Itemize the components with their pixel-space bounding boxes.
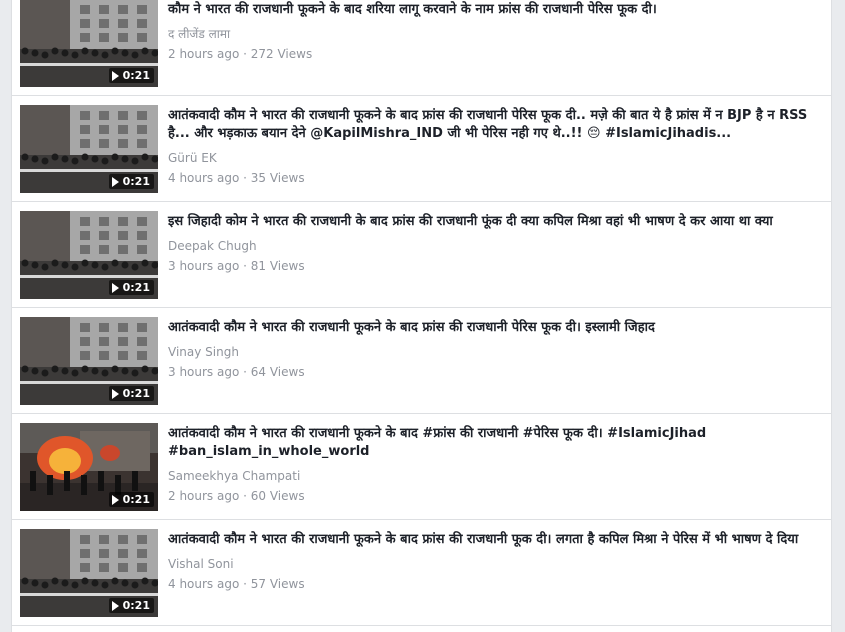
video-thumbnail[interactable]: 0:21 bbox=[20, 105, 158, 193]
duration-badge: 0:21 bbox=[108, 492, 154, 507]
video-thumbnail[interactable]: 0:21 bbox=[20, 423, 158, 511]
play-icon bbox=[111, 70, 119, 81]
duration-badge: 0:21 bbox=[108, 174, 154, 189]
video-stats: 4 hours ago · 57 Views bbox=[168, 577, 305, 591]
video-stats: 2 hours ago · 60 Views bbox=[168, 489, 305, 503]
video-title[interactable]: कौम ने भारत की राजधानी फूकने के बाद शरिय… bbox=[168, 1, 808, 19]
video-title[interactable]: इस जिहादी कोम ने भारत की राजधानी के बाद … bbox=[168, 213, 808, 231]
duration-label: 0:21 bbox=[122, 387, 150, 400]
duration-label: 0:21 bbox=[122, 69, 150, 82]
video-author[interactable]: Sameekhya Champati bbox=[168, 468, 808, 484]
duration-label: 0:21 bbox=[122, 175, 150, 188]
video-title[interactable]: आतंकवादी कौम ने भारत की राजधानी फूकने के… bbox=[168, 319, 808, 337]
video-thumbnail[interactable]: 0:21 bbox=[20, 0, 158, 87]
video-author[interactable]: Vinay Singh bbox=[168, 344, 808, 360]
video-title[interactable]: आतंकवादी कौम ने भारत की राजधानी फूकने के… bbox=[168, 107, 808, 143]
play-icon bbox=[111, 176, 119, 187]
duration-badge: 0:21 bbox=[108, 386, 154, 401]
duration-badge: 0:21 bbox=[108, 598, 154, 613]
play-icon bbox=[111, 388, 119, 399]
video-list-item[interactable]: 0:21 आतंकवादी कौम ने भारत की राजधानी फूक… bbox=[12, 309, 831, 414]
video-author[interactable]: Deepak Chugh bbox=[168, 238, 808, 254]
play-icon bbox=[111, 600, 119, 611]
play-icon bbox=[111, 494, 119, 505]
video-author[interactable]: Gürü EK bbox=[168, 150, 808, 166]
play-icon bbox=[111, 282, 119, 293]
duration-label: 0:21 bbox=[122, 599, 150, 612]
video-list-item[interactable]: 0:21 आतंकवादी कौम ने भारत की राजधानी फूक… bbox=[12, 415, 831, 520]
duration-badge: 0:21 bbox=[108, 280, 154, 295]
video-thumbnail[interactable]: 0:21 bbox=[20, 529, 158, 617]
video-stats: 4 hours ago · 35 Views bbox=[168, 171, 305, 185]
video-list-item[interactable]: 0:21 आतंकवादी कौम ने भारत की राजधानी फूक… bbox=[12, 521, 831, 626]
duration-badge: 0:21 bbox=[108, 68, 154, 83]
duration-label: 0:21 bbox=[122, 281, 150, 294]
video-list-item[interactable]: 0:21 आतंकवादी कौम ने भारत की राजधानी फूक… bbox=[12, 97, 831, 202]
video-title[interactable]: आतंकवादी कौम ने भारत की राजधानी फूकने के… bbox=[168, 425, 808, 461]
video-author[interactable]: Vishal Soni bbox=[168, 556, 808, 572]
video-feed: 0:21 कौम ने भारत की राजधानी फूकने के बाद… bbox=[11, 0, 832, 632]
video-stats: 3 hours ago · 81 Views bbox=[168, 259, 305, 273]
video-thumbnail[interactable]: 0:21 bbox=[20, 211, 158, 299]
video-stats: 2 hours ago · 272 Views bbox=[168, 47, 313, 61]
video-list-item[interactable]: 0:21 कौम ने भारत की राजधानी फूकने के बाद… bbox=[12, 0, 831, 96]
video-thumbnail[interactable]: 0:21 bbox=[20, 317, 158, 405]
video-list-item[interactable]: 0:21 इस जिहादी कोम ने भारत की राजधानी के… bbox=[12, 203, 831, 308]
video-author[interactable]: द लीजेंड लामा bbox=[168, 26, 808, 42]
video-stats: 3 hours ago · 64 Views bbox=[168, 365, 305, 379]
video-title[interactable]: आतंकवादी कौम ने भारत की राजधानी फूकने के… bbox=[168, 531, 808, 549]
duration-label: 0:21 bbox=[122, 493, 150, 506]
